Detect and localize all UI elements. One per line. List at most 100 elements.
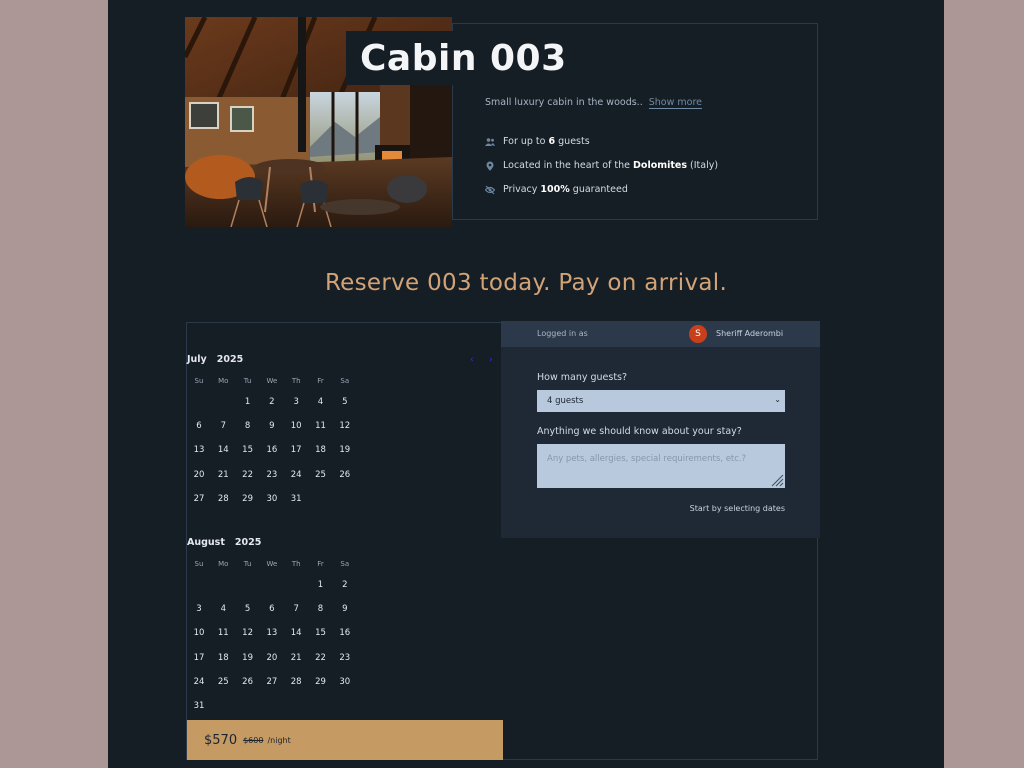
next-month-icon[interactable]: › <box>489 355 493 365</box>
calendar-day[interactable]: 22 <box>236 470 260 480</box>
notes-label: Anything we should know about your stay? <box>537 426 742 437</box>
weekday-label: Th <box>291 377 301 385</box>
calendar-day[interactable]: 29 <box>236 494 260 504</box>
calendar-day[interactable]: 24 <box>284 470 308 480</box>
notes-placeholder: Any pets, allergies, special requirement… <box>547 454 747 464</box>
description-text: Small luxury cabin in the woods.. <box>485 97 643 108</box>
resize-grip-icon[interactable] <box>770 473 784 487</box>
calendar-day[interactable]: 15 <box>236 445 260 455</box>
listing-description: Small luxury cabin in the woods.. Show m… <box>485 97 703 109</box>
calendar-day[interactable]: 19 <box>333 445 357 455</box>
guests-select[interactable]: 4 guests ⌄ <box>537 390 785 412</box>
calendar-day[interactable]: 20 <box>260 653 284 663</box>
calendar-day[interactable]: 14 <box>211 445 235 455</box>
guests-label: How many guests? <box>537 372 628 383</box>
calendar-day[interactable]: 12 <box>236 628 260 638</box>
calendar-day[interactable]: 3 <box>187 604 211 614</box>
reserve-headline: Reserve 003 today. Pay on arrival. <box>324 270 728 296</box>
calendar-day[interactable]: 22 <box>309 653 333 663</box>
calendar-day[interactable]: 23 <box>260 470 284 480</box>
calendar-day[interactable]: 9 <box>260 421 284 431</box>
calendar-day[interactable]: 17 <box>284 445 308 455</box>
calendar-day[interactable]: 8 <box>309 604 333 614</box>
calendar-day[interactable]: 17 <box>187 653 211 663</box>
calendar-day[interactable]: 9 <box>333 604 357 614</box>
calendar-day[interactable]: 21 <box>211 470 235 480</box>
prev-month-icon[interactable]: ‹ <box>470 355 474 365</box>
calendar-day[interactable]: 31 <box>187 701 211 711</box>
calendar-day[interactable]: 14 <box>284 628 308 638</box>
calendar-day[interactable]: 3 <box>284 397 308 407</box>
calendar-day[interactable]: 18 <box>211 653 235 663</box>
weekday-label: Tu <box>243 377 252 385</box>
calendar-day[interactable]: 13 <box>187 445 211 455</box>
calendar-day[interactable]: 1 <box>236 397 260 407</box>
show-more-link[interactable]: Show more <box>648 97 703 109</box>
feature-guests: For up to 6 guests <box>485 136 590 147</box>
month-name[interactable]: July <box>187 354 207 365</box>
logged-in-label: Logged in as <box>537 329 588 338</box>
calendar-day[interactable]: 13 <box>260 628 284 638</box>
notes-textarea[interactable]: Any pets, allergies, special requirement… <box>537 444 785 488</box>
calendar-day[interactable]: 10 <box>284 421 308 431</box>
feature-text: Located in the heart of the Dolomites (I… <box>503 160 719 171</box>
price-old: $600 <box>243 735 264 745</box>
calendar-day[interactable]: 25 <box>309 470 333 480</box>
booking-form-panel: Logged in as S Sheriff Aderombi How many… <box>501 321 820 538</box>
calendar-day[interactable]: 6 <box>260 604 284 614</box>
weekday-label: Mo <box>218 560 229 568</box>
month-name[interactable]: August <box>187 537 225 548</box>
calendar-day[interactable]: 28 <box>284 677 308 687</box>
calendar-day[interactable]: 26 <box>236 677 260 687</box>
feature-text: For up to 6 guests <box>503 136 590 147</box>
avatar[interactable]: S <box>689 325 707 343</box>
calendar-day[interactable]: 30 <box>333 677 357 687</box>
weekday-label: Sa <box>340 560 350 568</box>
feature-text: Privacy 100% guaranteed <box>503 184 628 195</box>
weekday-label: Th <box>291 560 301 568</box>
weekday-label: Su <box>194 377 204 385</box>
calendar-day[interactable]: 24 <box>187 677 211 687</box>
calendar-day[interactable]: 16 <box>333 628 357 638</box>
calendar-day[interactable]: 8 <box>236 421 260 431</box>
calendar-day[interactable]: 4 <box>211 604 235 614</box>
calendar-day[interactable]: 25 <box>211 677 235 687</box>
calendar-day[interactable]: 30 <box>260 494 284 504</box>
weekday-label: Sa <box>340 377 350 385</box>
calendar-day[interactable]: 20 <box>187 470 211 480</box>
calendar-day[interactable]: 12 <box>333 421 357 431</box>
calendar-day[interactable]: 15 <box>309 628 333 638</box>
weekday-label: We <box>266 377 278 385</box>
calendar-day[interactable]: 11 <box>211 628 235 638</box>
calendar-day[interactable]: 16 <box>260 445 284 455</box>
calendar-day[interactable]: 2 <box>260 397 284 407</box>
year-label[interactable]: 2025 <box>217 354 243 365</box>
chevron-down-icon: ⌄ <box>774 395 781 404</box>
calendar-day[interactable]: 23 <box>333 653 357 663</box>
calendar-day[interactable]: 7 <box>284 604 308 614</box>
price-unit: /night <box>267 735 291 745</box>
price-bar: $570 $600 /night <box>187 720 503 760</box>
calendar-day[interactable]: 21 <box>284 653 308 663</box>
month-header: July 2025 <box>187 354 243 365</box>
calendar-day[interactable]: 5 <box>333 397 357 407</box>
calendar-day[interactable]: 1 <box>309 580 333 590</box>
calendar-day[interactable]: 29 <box>309 677 333 687</box>
calendar-day[interactable]: 18 <box>309 445 333 455</box>
month-header: August 2025 <box>187 537 261 548</box>
calendar-day[interactable]: 2 <box>333 580 357 590</box>
year-label[interactable]: 2025 <box>235 537 261 548</box>
calendar-day[interactable]: 10 <box>187 628 211 638</box>
page: Cabin 003 Small luxury cabin in the wood… <box>108 0 944 768</box>
calendar-day[interactable]: 19 <box>236 653 260 663</box>
calendar-day[interactable]: 26 <box>333 470 357 480</box>
calendar-day[interactable]: 4 <box>309 397 333 407</box>
calendar-day[interactable]: 5 <box>236 604 260 614</box>
calendar-day[interactable]: 11 <box>309 421 333 431</box>
calendar-day[interactable]: 6 <box>187 421 211 431</box>
calendar-day[interactable]: 31 <box>284 494 308 504</box>
calendar-day[interactable]: 7 <box>211 421 235 431</box>
calendar-day[interactable]: 27 <box>260 677 284 687</box>
calendar-day[interactable]: 27 <box>187 494 211 504</box>
calendar-day[interactable]: 28 <box>211 494 235 504</box>
